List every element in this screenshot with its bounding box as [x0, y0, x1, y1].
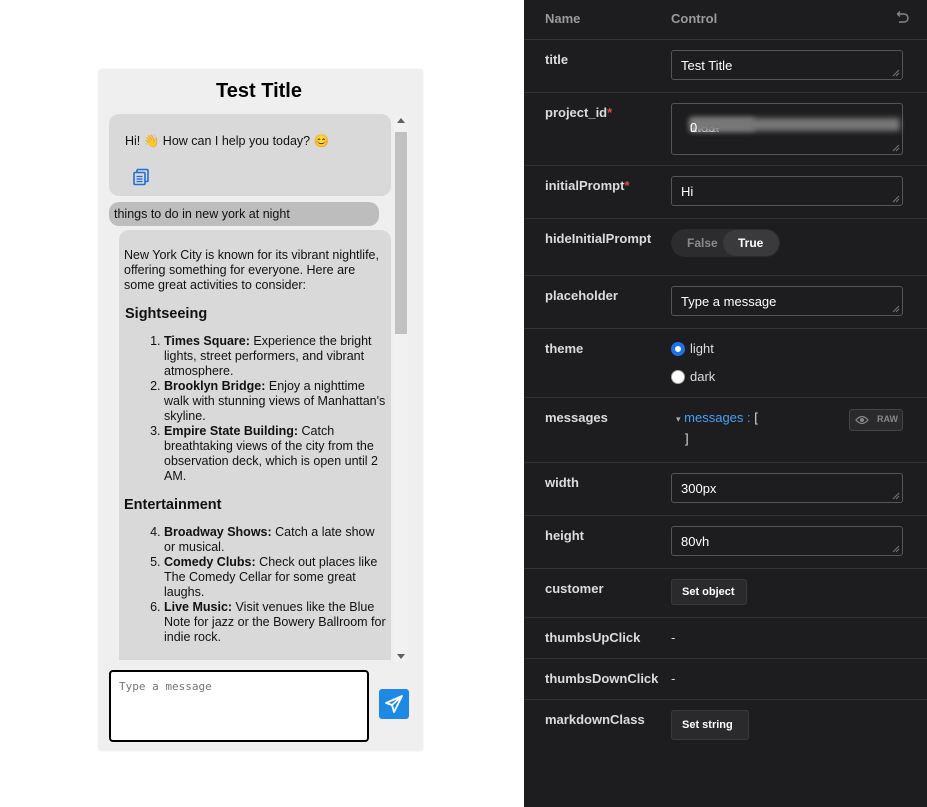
properties-panel: Name Control title Test Title project_id…: [524, 0, 927, 807]
prop-row-initial-prompt: initialPrompt* Hi: [524, 166, 927, 219]
hide-initial-prompt-toggle[interactable]: False True: [671, 229, 780, 257]
scroll-down-arrow-icon[interactable]: [397, 654, 405, 659]
prop-row-thumbs-down-click: thumbsDownClick -: [524, 659, 927, 700]
placeholder-value: Type a message: [681, 294, 777, 309]
prop-row-theme: theme light dark: [524, 329, 927, 398]
panel-header: Name Control: [524, 0, 927, 40]
list-item: Live Music: Visit venues like the Blue N…: [164, 600, 386, 645]
required-mark: *: [624, 178, 630, 193]
required-mark: *: [607, 105, 613, 120]
theme-radio-light[interactable]: [671, 342, 685, 356]
prop-name: placeholder: [545, 288, 618, 303]
send-icon: [385, 695, 403, 713]
prop-row-width: width 300px: [524, 463, 927, 516]
prop-name: initialPrompt*: [545, 178, 630, 193]
undo-icon[interactable]: [894, 10, 910, 26]
header-control: Control: [671, 11, 718, 26]
prop-name: project_id*: [545, 105, 613, 120]
set-string-button[interactable]: Set string: [671, 710, 749, 740]
user-message: things to do in new york at night: [109, 202, 379, 226]
set-object-button[interactable]: Set object: [671, 579, 747, 605]
prop-name: markdownClass: [545, 712, 645, 727]
prop-row-height: height 80vh: [524, 516, 927, 569]
bot-reply: New York City is known for its vibrant n…: [119, 230, 391, 660]
list-item: Broadway Shows: Catch a late show or mus…: [164, 525, 386, 555]
resize-grip-icon[interactable]: [892, 305, 900, 313]
reply-intro: New York City is known for its vibrant n…: [124, 248, 379, 292]
collapse-arrow-icon[interactable]: ▾: [676, 414, 681, 424]
width-field[interactable]: 300px: [671, 473, 903, 503]
placeholder-field[interactable]: Type a message: [671, 286, 903, 316]
project-id-value: 379aaf83-10: [681, 111, 900, 135]
prop-name: height: [545, 528, 584, 543]
message-input[interactable]: [119, 680, 359, 730]
scroll-up-arrow-icon[interactable]: [397, 118, 405, 123]
list-item: Empire State Building: Catch breathtakin…: [164, 424, 386, 484]
radio-label: light: [690, 341, 714, 356]
prop-row-hide-initial-prompt: hideInitialPrompt False True: [524, 219, 927, 276]
bot-reply-content: New York City is known for its vibrant n…: [124, 248, 386, 645]
resize-grip-icon[interactable]: [892, 69, 900, 77]
user-message-text: things to do in new york at night: [114, 207, 290, 221]
prop-name: hideInitialPrompt: [545, 231, 652, 246]
message-input-box[interactable]: [109, 670, 369, 742]
list-item: Comedy Clubs: Check out places like The …: [164, 555, 386, 600]
list-item: Times Square: Experience the bright ligh…: [164, 334, 386, 379]
title-field[interactable]: Test Title: [671, 50, 903, 80]
prop-row-project-id: project_id* 379aaf83-10: [524, 93, 927, 166]
bot-message: Hi! 👋 How can I help you today? 😊: [109, 114, 391, 196]
height-field[interactable]: 80vh: [671, 526, 903, 556]
chat-title: Test Title: [216, 80, 302, 102]
chat-widget: Test Title Hi! 👋 How can I help you toda…: [99, 70, 422, 750]
prop-row-title: title Test Title: [524, 40, 927, 93]
radio-label: dark: [690, 369, 716, 384]
prop-name: thumbsUpClick: [545, 630, 641, 645]
prop-name: messages: [545, 410, 608, 425]
prop-row-customer: customer Set object: [524, 569, 927, 618]
header-name: Name: [545, 11, 581, 26]
toggle-false-option[interactable]: False: [687, 236, 718, 250]
initial-prompt-field[interactable]: Hi: [671, 176, 903, 206]
prop-name: customer: [545, 581, 604, 596]
thumbs-up-click-value: -: [671, 630, 676, 645]
reply-section-heading: Sightseeing: [125, 306, 208, 322]
prop-row-placeholder: placeholder Type a message: [524, 276, 927, 329]
title-value: Test Title: [681, 58, 733, 73]
list-item: Brooklyn Bridge: Enjoy a nighttime walk …: [164, 379, 386, 424]
prop-row-markdown-class: markdownClass Set string: [524, 700, 927, 754]
prop-name: title: [545, 52, 569, 67]
theme-radio-dark[interactable]: [671, 370, 685, 384]
chat-scrollbar[interactable]: [394, 116, 408, 662]
project-id-field[interactable]: 379aaf83-10: [671, 103, 903, 155]
initial-prompt-value: Hi: [681, 184, 694, 199]
width-value: 300px: [681, 481, 717, 496]
eye-icon: [855, 415, 869, 425]
prop-row-thumbs-up-click: thumbsUpClick -: [524, 618, 927, 659]
prop-name: thumbsDownClick: [545, 671, 659, 686]
bot-message-text: Hi! 👋 How can I help you today? 😊: [125, 134, 330, 148]
resize-grip-icon[interactable]: [892, 195, 900, 203]
reply-list: Broadway Shows: Catch a late show or mus…: [124, 525, 386, 645]
height-value: 80vh: [681, 534, 710, 549]
send-button[interactable]: [379, 689, 409, 719]
json-key: messages: [684, 410, 744, 425]
resize-grip-icon[interactable]: [892, 545, 900, 553]
prop-row-messages: messages ▾ messages : [ ] RAW: [524, 398, 927, 463]
resize-grip-icon[interactable]: [892, 144, 900, 152]
scrollbar-thumb[interactable]: [395, 132, 407, 334]
resize-grip-icon[interactable]: [892, 492, 900, 500]
message-list[interactable]: Hi! 👋 How can I help you today? 😊 things…: [107, 114, 407, 660]
thumbs-down-click-value: -: [671, 671, 676, 686]
prop-name: theme: [545, 341, 584, 356]
reply-section-heading: Entertainment: [124, 497, 222, 513]
json-tree[interactable]: ▾ messages : [ ]: [676, 410, 758, 446]
raw-toggle-button[interactable]: RAW: [849, 409, 903, 431]
toggle-true-option[interactable]: True: [723, 230, 779, 256]
reply-list: Times Square: Experience the bright ligh…: [124, 334, 386, 484]
copy-icon[interactable]: [132, 168, 150, 186]
prop-name: width: [545, 475, 579, 490]
